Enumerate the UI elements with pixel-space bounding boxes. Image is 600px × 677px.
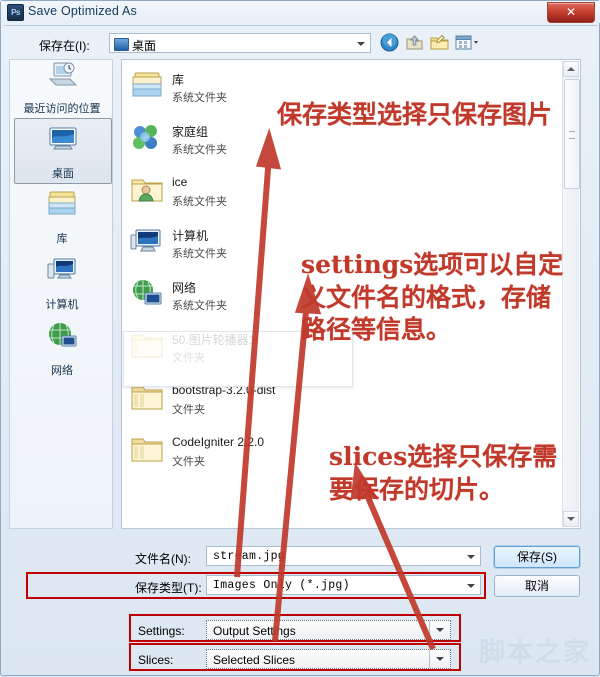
scrollbar-thumb[interactable]	[564, 79, 580, 189]
sidebar-item-desktop[interactable]: 桌面	[14, 118, 112, 184]
highlight-box-slices	[129, 643, 461, 671]
network-icon	[46, 321, 78, 351]
look-in-value: 桌面	[132, 39, 157, 53]
sidebar-item-label: 计算机	[45, 299, 79, 311]
desktop-icon	[114, 38, 129, 51]
computer-icon	[130, 227, 164, 257]
libraries-folder-icon	[130, 71, 164, 101]
sidebar-item-label: 网络	[51, 365, 73, 377]
file-name: CodeIgniter 2.2.0	[172, 435, 265, 449]
recent-places-icon	[46, 59, 78, 89]
views-icon[interactable]	[454, 32, 484, 53]
look-in-combobox[interactable]: 桌面	[109, 33, 371, 53]
sidebar-item-label: 桌面	[52, 168, 74, 180]
back-icon[interactable]	[379, 32, 400, 53]
file-type: 系统文件夹	[172, 144, 227, 156]
sidebar-item-libraries[interactable]: 库	[14, 184, 110, 248]
chevron-down-icon[interactable]	[357, 42, 365, 46]
homegroup-icon	[130, 123, 164, 153]
file-type: 文件夹	[172, 404, 205, 416]
desktop-icon	[47, 124, 79, 154]
annotation-save-type: 保存类型选择只保存图片	[277, 100, 553, 129]
libraries-icon	[46, 189, 78, 219]
highlight-box-settings	[129, 614, 461, 642]
scroll-down-icon[interactable]	[563, 511, 579, 527]
filename-input[interactable]: stream.jpg	[206, 546, 481, 566]
scroll-up-icon[interactable]	[563, 61, 579, 77]
close-icon[interactable]: ✕	[547, 2, 595, 23]
file-type: 系统文件夹	[172, 92, 227, 104]
sidebar-item-network[interactable]: 网络	[14, 316, 110, 380]
title-bar: Ps Save Optimized As ✕	[1, 1, 600, 23]
list-item[interactable]: ice 系统文件夹	[128, 170, 458, 216]
file-type: 系统文件夹	[172, 196, 227, 208]
file-name: ice	[172, 175, 188, 189]
window-title: Save Optimized As	[28, 4, 138, 18]
network-icon	[130, 279, 164, 309]
file-type: 文件夹	[172, 456, 205, 468]
places-sidebar: 最近访问的位置 桌面 库 计算机 网络	[9, 59, 113, 529]
new-folder-icon[interactable]	[429, 32, 450, 53]
annotation-slices: slices选择只保存需 要保存的切片。	[329, 442, 558, 504]
file-type: 系统文件夹	[172, 300, 227, 312]
computer-icon	[46, 255, 78, 285]
user-folder-icon	[130, 175, 164, 205]
filename-label: 文件名(N):	[135, 552, 191, 566]
save-optimized-as-dialog: Ps Save Optimized As ✕ 保存在(I): 桌面 最近访问的位…	[0, 0, 600, 676]
folder-icon	[130, 435, 164, 465]
sidebar-item-computer[interactable]: 计算机	[14, 250, 110, 314]
sidebar-item-recent[interactable]: 最近访问的位置	[14, 54, 110, 118]
sidebar-item-label: 最近访问的位置	[23, 103, 101, 115]
highlight-box-filetype	[26, 572, 486, 599]
file-type: 系统文件夹	[172, 248, 227, 260]
file-name: 家庭组	[172, 125, 209, 139]
sidebar-item-label: 库	[56, 233, 68, 245]
watermark: 脚本之家	[478, 638, 591, 668]
save-button[interactable]: 保存(S)	[494, 546, 580, 568]
look-in-label: 保存在(I):	[39, 39, 90, 53]
annotation-settings: settings选项可以自定 义文件名的格式，存储 路径等信息。	[301, 250, 564, 344]
cancel-button[interactable]: 取消	[494, 575, 580, 597]
up-folder-icon[interactable]	[404, 32, 425, 53]
filename-value: stream.jpg	[213, 550, 286, 563]
chevron-down-icon[interactable]	[467, 555, 475, 559]
file-name: 计算机	[172, 229, 209, 243]
photoshop-icon: Ps	[7, 4, 24, 21]
folder-icon	[130, 383, 164, 413]
file-name: 网络	[172, 281, 197, 295]
file-name: 库	[172, 73, 185, 87]
